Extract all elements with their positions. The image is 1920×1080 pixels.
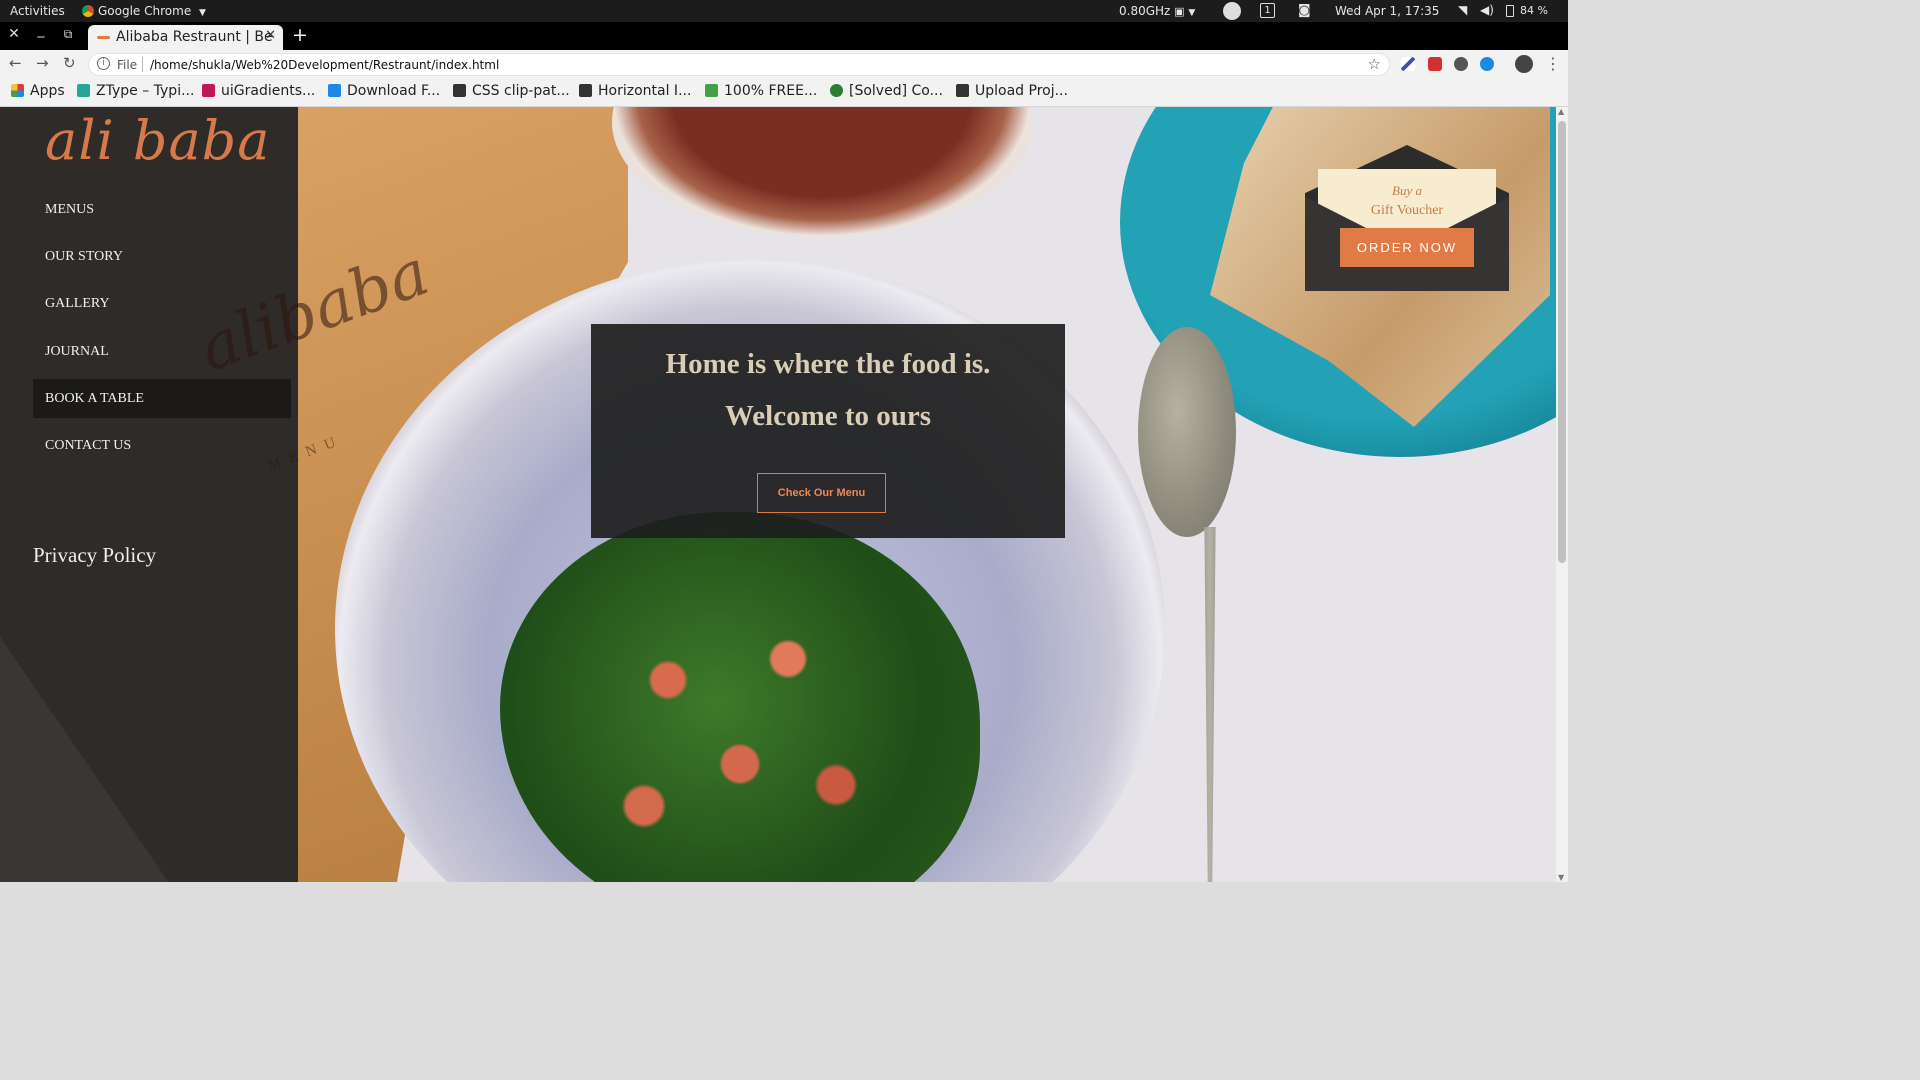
url-text[interactable]: /home/shukla/Web%20Development/Restraunt…: [150, 58, 499, 72]
tab-close-icon[interactable]: ✕: [265, 28, 276, 43]
chip-icon: ▣: [1174, 5, 1185, 18]
window-restore-icon[interactable]: ⧉: [58, 27, 78, 42]
volume-icon[interactable]: ◀): [1480, 3, 1494, 17]
bookmark-ztype[interactable]: ZType – Typi...: [77, 83, 194, 99]
dark-extension-icon[interactable]: [1454, 57, 1468, 71]
system-top-bar: Activities Google Chrome ▼ 0.80GHz ▣ ▼ 1…: [0, 0, 1568, 22]
hero-headline: Home is where the food is.: [665, 348, 991, 380]
camera-icon[interactable]: ◙: [1298, 3, 1311, 18]
soup-bowl: [612, 107, 1032, 237]
window-close-icon[interactable]: ✕: [4, 26, 24, 42]
chrome-menu-icon[interactable]: ⋮: [1545, 54, 1561, 73]
info-icon[interactable]: i: [97, 57, 110, 70]
scrollbar-thumb[interactable]: [1558, 121, 1566, 563]
page-scrollbar[interactable]: ▲ ▼: [1556, 107, 1568, 882]
privacy-policy-link[interactable]: Privacy Policy: [33, 543, 156, 568]
red-extension-icon[interactable]: [1428, 57, 1442, 71]
app-menu[interactable]: Google Chrome ▼: [82, 4, 206, 18]
welcome-card: Home is where the food is. Welcome to ou…: [591, 324, 1065, 538]
bookmark-solved[interactable]: [Solved] Co...: [830, 83, 943, 99]
cpu-indicator[interactable]: 0.80GHz ▣ ▼: [1119, 4, 1195, 18]
leaf-icon: [705, 84, 718, 97]
address-separator: [142, 57, 143, 72]
gift-voucher-widget: Buy a Gift Voucher ORDER NOW: [1305, 145, 1509, 291]
bookmark-100-free[interactable]: 100% FREE...: [705, 83, 817, 99]
spoon-handle: [1204, 527, 1216, 882]
profile-avatar[interactable]: [1515, 55, 1533, 73]
clock[interactable]: Wed Apr 1, 17:35: [1335, 4, 1439, 18]
scheme-label: File: [117, 58, 138, 72]
tab-alibaba[interactable]: Alibaba Restraunt | Be ✕: [88, 25, 283, 50]
hero-subheadline: Welcome to ours: [724, 400, 932, 432]
activities-button[interactable]: Activities: [10, 4, 65, 18]
user-status-icon[interactable]: [1223, 2, 1241, 20]
chevron-down-icon: ▼: [1188, 8, 1196, 18]
new-tab-plus-icon[interactable]: +: [292, 24, 308, 46]
download-icon: [328, 84, 341, 97]
workspace-indicator[interactable]: 1: [1260, 3, 1275, 18]
tm-icon: [956, 84, 969, 97]
tab-strip: ✕ _ ⧉ Alibaba Restraunt | Be ✕ +: [0, 22, 1568, 50]
uigradients-icon: [202, 84, 215, 97]
web-page: ali baba MENUS OUR STORY GALLERY JOURNAL…: [0, 107, 1568, 882]
wifi-icon[interactable]: ◥: [1458, 3, 1467, 17]
pen-extension-icon[interactable]: [1401, 57, 1415, 71]
reload-icon[interactable]: ↻: [63, 54, 76, 72]
codepen-icon: [579, 84, 592, 97]
solved-icon: [830, 84, 843, 97]
nav-menus[interactable]: MENUS: [33, 190, 291, 229]
bookmark-horizontal[interactable]: Horizontal I...: [579, 83, 691, 99]
site-favicon-icon: [97, 36, 110, 39]
app-name: Google Chrome: [98, 4, 192, 18]
window-minimize-icon[interactable]: _: [31, 22, 51, 38]
nav-book-a-table[interactable]: BOOK A TABLE: [33, 379, 291, 418]
chrome-icon: [82, 5, 94, 17]
bookmark-css-clip-path[interactable]: CSS clip-pat...: [453, 83, 570, 99]
bookmark-star-icon[interactable]: ☆: [1368, 55, 1381, 73]
forward-arrow-icon[interactable]: →: [36, 54, 49, 72]
sidebar-shading: [0, 637, 179, 882]
apps-grid-icon: [11, 84, 24, 97]
ztype-icon: [77, 84, 90, 97]
voucher-line-2: Gift Voucher: [1370, 203, 1444, 218]
navigation-toolbar: ← → ↻ i File /home/shukla/Web%20Developm…: [0, 50, 1568, 78]
scroll-down-arrow-icon[interactable]: ▼: [1558, 873, 1564, 882]
scroll-up-arrow-icon[interactable]: ▲: [1558, 107, 1564, 116]
blue-extension-icon[interactable]: [1480, 57, 1494, 71]
order-now-button[interactable]: ORDER NOW: [1340, 228, 1474, 267]
voucher-line-1: Buy a: [1392, 183, 1422, 198]
spoon: [1138, 327, 1236, 537]
nav-contact-us[interactable]: CONTACT US: [33, 426, 291, 465]
site-logo[interactable]: ali baba: [45, 109, 270, 172]
cpu-frequency: 0.80GHz: [1119, 4, 1171, 18]
bookmarks-bar: Apps ZType – Typi... uiGradients... Down…: [0, 78, 1568, 107]
nav-our-story[interactable]: OUR STORY: [33, 237, 291, 276]
battery-level: 84 %: [1520, 4, 1548, 17]
check-menu-button[interactable]: Check Our Menu: [757, 473, 886, 513]
bookmark-apps[interactable]: Apps: [11, 83, 65, 99]
back-arrow-icon[interactable]: ←: [9, 54, 22, 72]
tab-title: Alibaba Restraunt | Be: [116, 29, 273, 45]
bookmark-download[interactable]: Download F...: [328, 83, 440, 99]
sidebar: ali baba MENUS OUR STORY GALLERY JOURNAL…: [0, 107, 298, 882]
clippy-icon: [453, 84, 466, 97]
bookmark-upload-project[interactable]: Upload Proj...: [956, 83, 1068, 99]
chevron-down-icon: ▼: [199, 8, 206, 18]
battery-icon[interactable]: [1506, 5, 1514, 17]
address-bar[interactable]: i File /home/shukla/Web%20Development/Re…: [88, 53, 1390, 76]
bookmark-uigradients[interactable]: uiGradients...: [202, 83, 315, 99]
